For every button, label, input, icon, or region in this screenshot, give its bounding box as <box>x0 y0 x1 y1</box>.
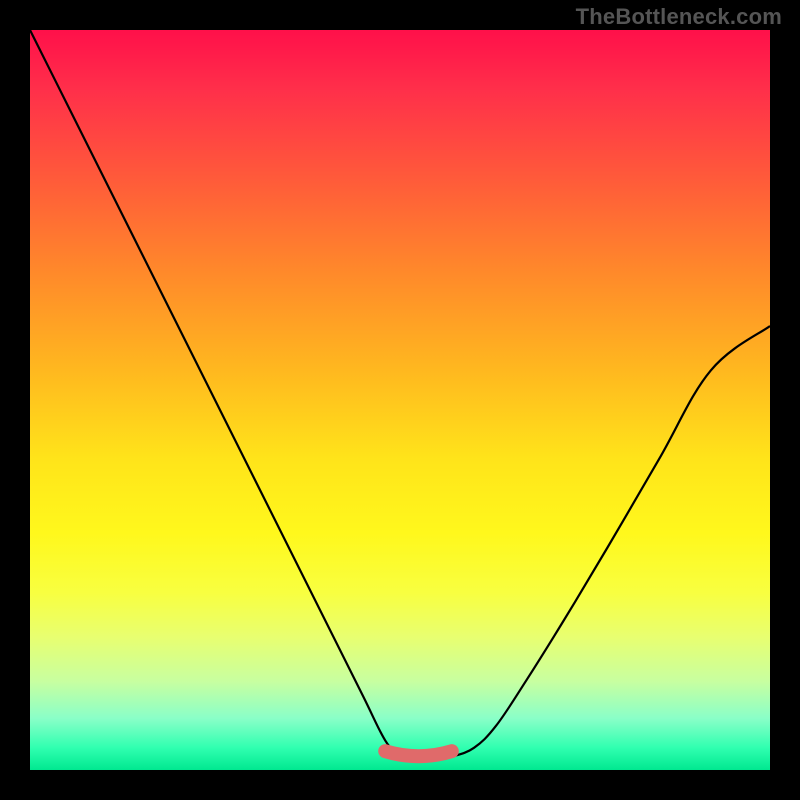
flat-bottom-marker <box>385 751 452 756</box>
curve-layer <box>30 30 770 770</box>
bottleneck-curve <box>30 30 770 759</box>
watermark-text: TheBottleneck.com <box>576 4 782 30</box>
plot-area <box>30 30 770 770</box>
chart-frame: TheBottleneck.com <box>0 0 800 800</box>
